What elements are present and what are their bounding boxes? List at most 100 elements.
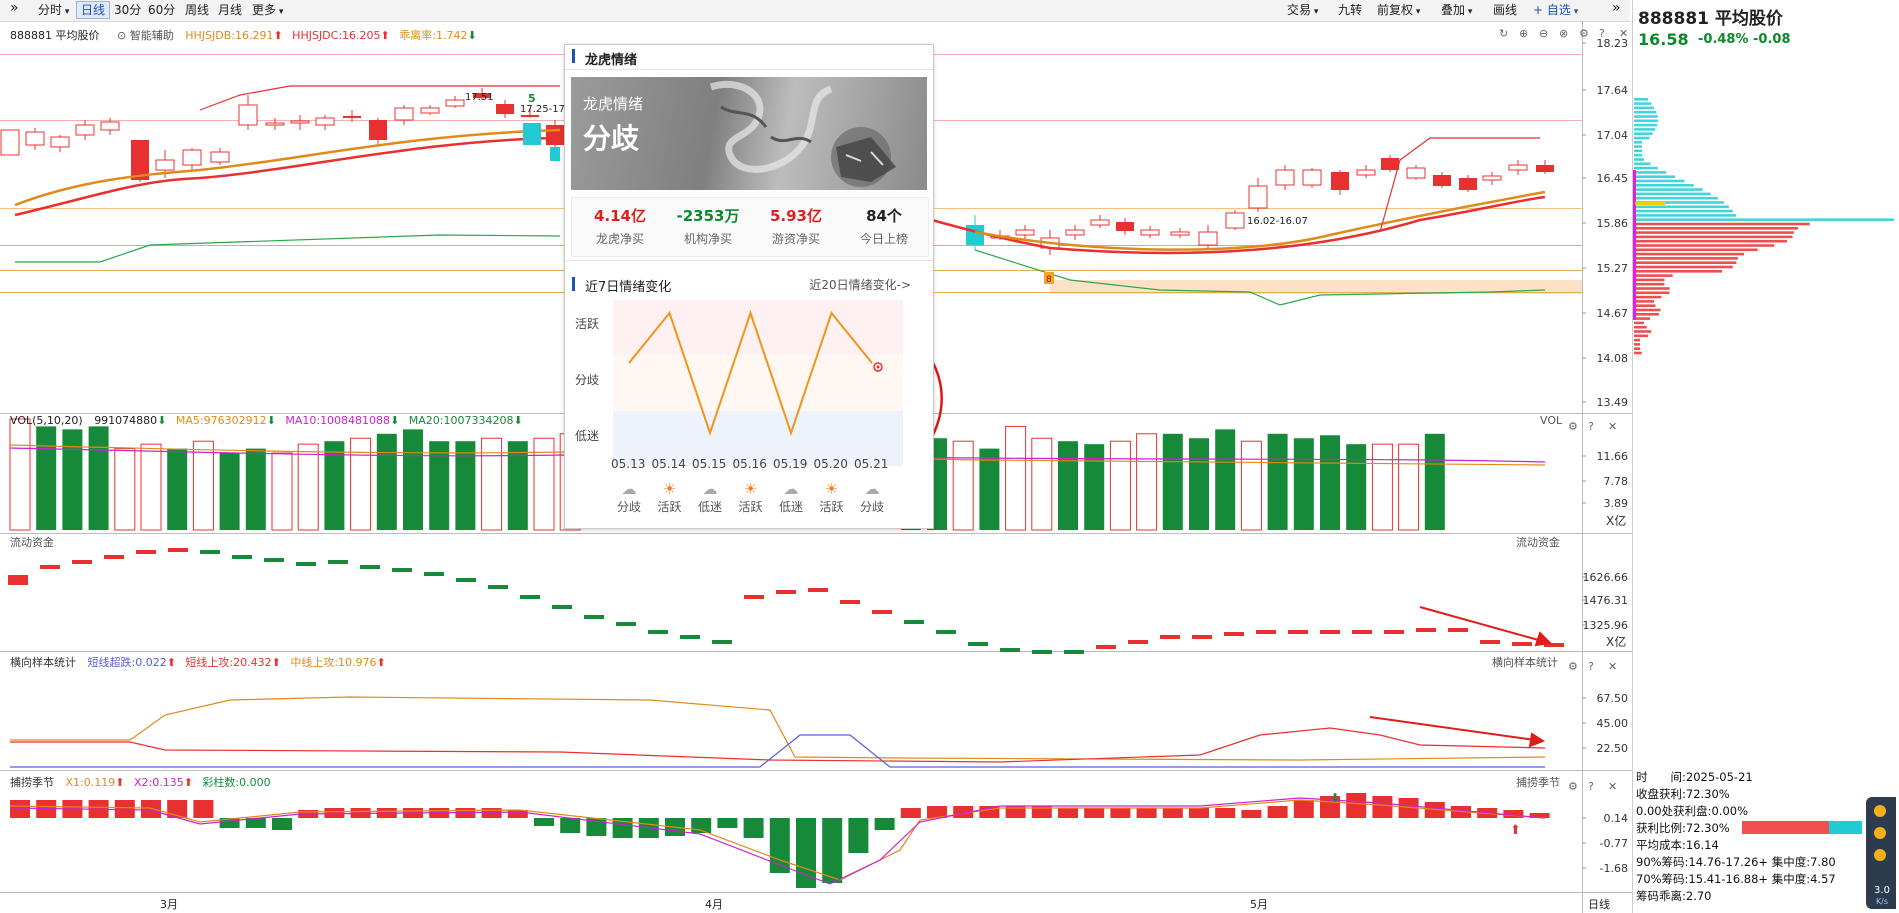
season-bar: [1241, 810, 1262, 818]
candle-body: [369, 120, 387, 140]
flow-dash: [904, 620, 924, 624]
sentiment-banner: 龙虎情绪 分歧: [571, 77, 927, 190]
expand-sidebar-icon[interactable]: »: [6, 0, 23, 16]
mood-label: 分歧: [616, 500, 641, 514]
candle-body: [1536, 165, 1554, 172]
season-bar: [1346, 793, 1367, 818]
flow-dash: [648, 630, 668, 634]
chip-stat-line: 70%筹码:15.41-16.88+ 集中度:4.57: [1636, 872, 1836, 886]
chip-bar: [1634, 317, 1651, 320]
mood-date: 05.15: [692, 457, 727, 471]
volume-bar: [1293, 438, 1314, 530]
chip-bar: [1634, 158, 1645, 161]
zoom-in-icon[interactable]: ⊕: [1519, 27, 1528, 40]
close-icon[interactable]: ✕: [1619, 27, 1628, 40]
close-indicator-icon[interactable]: ⊗: [1559, 27, 1568, 40]
main-stock-name: 888881 平均股价: [10, 29, 100, 42]
overlay-button[interactable]: 叠加: [1437, 2, 1476, 18]
close-icon[interactable]: ✕: [1608, 780, 1617, 793]
nine-turn-button[interactable]: 九转: [1334, 2, 1366, 18]
highlight-candle: [550, 147, 560, 161]
volume-bar: [1424, 433, 1445, 530]
candle-body: [394, 107, 414, 121]
flow-dash: [1512, 642, 1532, 646]
help-icon[interactable]: ?: [1588, 780, 1594, 793]
period-daily[interactable]: 日线: [76, 1, 111, 19]
candle-body: [1406, 167, 1426, 179]
candle-body: [420, 107, 440, 114]
chip-bar: [1634, 338, 1640, 342]
help-icon[interactable]: ?: [1599, 27, 1605, 40]
flow-dash: [232, 555, 252, 559]
chip-bar: [1634, 128, 1656, 131]
season-x2: X2:0.135: [133, 776, 184, 789]
help-icon[interactable]: ?: [1588, 420, 1594, 433]
collapse-panel-icon[interactable]: »: [1608, 0, 1625, 16]
chip-stat-line: 收盘获利:72.30%: [1636, 787, 1730, 801]
volume-bar: [1162, 433, 1183, 530]
cloud-icon: ☁: [864, 480, 880, 498]
add-watchlist-button[interactable]: + 自选: [1529, 2, 1582, 18]
gear-icon[interactable]: ⚙: [1568, 660, 1578, 673]
chip-stat-line: 获利比例:72.30%: [1636, 821, 1730, 835]
x-period-label: 日线: [1588, 898, 1610, 911]
period-more[interactable]: 更多: [248, 2, 287, 18]
popup-stat: 4.14亿 龙虎净买: [575, 205, 665, 247]
chip-bar: [1634, 132, 1653, 135]
draw-line-button[interactable]: 画线: [1489, 2, 1521, 18]
period-weekly[interactable]: 周线: [181, 2, 213, 18]
stock-code-name: 888881 平均股价: [1638, 9, 1783, 29]
period-60min[interactable]: 60分: [144, 2, 179, 18]
period-intraday[interactable]: 分时: [34, 2, 73, 18]
smart-assist-toggle[interactable]: ⊙ 智能辅助: [117, 29, 174, 42]
mood-date: 05.13: [611, 457, 646, 471]
price-annotation: 16.02-16.07: [1247, 216, 1308, 227]
candle-body: [315, 117, 335, 126]
flow-dash: [8, 575, 28, 585]
volume-bar: [1136, 433, 1158, 531]
flow-dash: [936, 630, 956, 634]
help-icon[interactable]: ?: [1588, 660, 1594, 673]
volume-bar: [481, 437, 503, 531]
mood-date: 05.20: [813, 457, 848, 471]
down-arrow-icon: ⬇: [157, 414, 167, 427]
stat-y-tick: 22.50: [1597, 742, 1629, 755]
chip-bar: [1634, 291, 1670, 295]
main-y-tick: 14.08: [1597, 352, 1629, 365]
flow-dash: [1256, 630, 1276, 634]
widget-speed-value: 3.0: [1874, 885, 1890, 896]
period-monthly[interactable]: 月线: [214, 2, 246, 18]
chip-bar: [1634, 218, 1894, 221]
price-annotation: 17.51: [465, 92, 494, 103]
chip-bar: [1634, 222, 1810, 226]
mood-date: 05.19: [773, 457, 808, 471]
close-icon[interactable]: ✕: [1608, 420, 1617, 433]
close-icon[interactable]: ✕: [1608, 660, 1617, 673]
season-panel-label: 捕捞季节: [1516, 776, 1560, 789]
vol-panel-title: VOL(5,10,20) 991074880⬇ MA5:976302912⬇ M…: [10, 414, 523, 427]
chip-bar: [1634, 214, 1737, 217]
period-30min[interactable]: 30分: [110, 2, 145, 18]
season-bar: [1189, 808, 1209, 818]
flow-dash: [1192, 635, 1212, 639]
season-panel-title: 捕捞季节 X1:0.119⬆ X2:0.135⬆ 彩柱数:0.000: [10, 776, 271, 789]
gear-icon[interactable]: ⚙: [1579, 27, 1589, 40]
volume-bar: [36, 426, 57, 530]
gear-icon[interactable]: ⚙: [1568, 420, 1578, 433]
zoom-out-icon[interactable]: ⊖: [1539, 27, 1548, 40]
speed-widget[interactable]: 3.0 K/s: [1866, 797, 1896, 909]
candle-body: [1356, 169, 1376, 176]
trade-button[interactable]: 交易: [1283, 2, 1322, 18]
chip-bar: [1634, 162, 1651, 166]
gear-icon[interactable]: ⚙: [1568, 780, 1578, 793]
adjust-button[interactable]: 前复权: [1373, 2, 1424, 18]
flow-dash: [1096, 645, 1116, 649]
vol-y-tick: 3.89: [1604, 497, 1629, 510]
main-y-tick: 14.67: [1597, 307, 1629, 320]
trend-20day-link[interactable]: 近20日情绪变化->: [809, 276, 911, 293]
refresh-icon[interactable]: ↻: [1499, 27, 1508, 40]
cost-range-marker: [1633, 170, 1636, 320]
candle-body: [50, 136, 70, 148]
stat-label: 龙虎净买: [595, 232, 644, 246]
chip-bar: [1634, 166, 1658, 170]
